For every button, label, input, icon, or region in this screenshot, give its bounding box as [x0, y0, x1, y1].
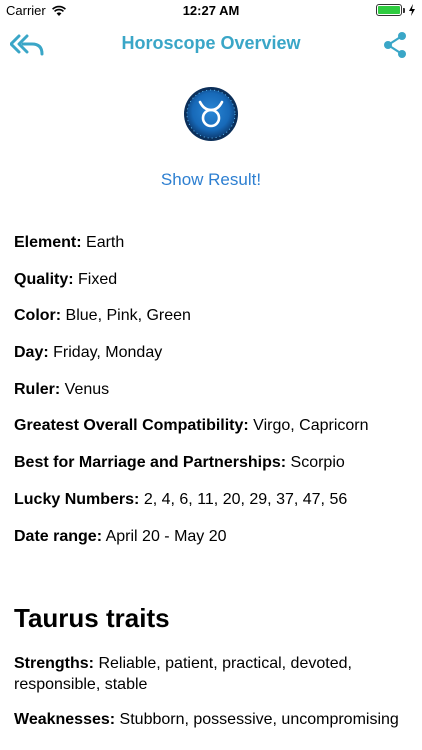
info-row-lucky-numbers: Lucky Numbers: 2, 4, 6, 11, 20, 29, 37, …	[14, 490, 348, 508]
show-result-button[interactable]: Show Result!	[0, 170, 422, 190]
battery-tip	[403, 7, 405, 13]
traits-list: Strengths: Reliable, patient, practical,…	[14, 653, 414, 744]
traits-heading: Taurus traits	[14, 603, 170, 633]
taurus-zodiac-icon	[184, 87, 238, 141]
traits-strengths: Strengths: Reliable, patient, practical,…	[14, 655, 352, 693]
info-row-ruler: Ruler: Venus	[14, 380, 110, 398]
share-icon[interactable]	[382, 31, 408, 59]
horoscope-info-list: Element: Earth Quality: Fixed Color: Blu…	[14, 233, 414, 563]
status-right	[376, 4, 416, 16]
info-row-quality: Quality: Fixed	[14, 270, 118, 288]
page-title: Horoscope Overview	[121, 33, 301, 53]
status-time: 12:27 AM	[182, 3, 240, 18]
info-row-day: Day: Friday, Monday	[14, 344, 163, 362]
info-row-date-range: Date range: April 20 - May 20	[14, 527, 227, 545]
battery-icon	[376, 4, 402, 16]
status-bar: Carrier 12:27 AM	[0, 0, 422, 22]
info-row-color: Color: Blue, Pink, Green	[14, 307, 191, 325]
nav-bar: Horoscope Overview	[0, 22, 422, 66]
info-row-compatibility: Greatest Overall Compatibility: Virgo, C…	[14, 417, 369, 435]
charging-bolt-icon	[409, 4, 415, 16]
info-row-marriage: Best for Marriage and Partnerships: Scor…	[14, 454, 345, 472]
traits-weaknesses: Weaknesses: Stubborn, possessive, uncomp…	[14, 711, 399, 728]
info-row-element: Element: Earth	[14, 234, 125, 251]
